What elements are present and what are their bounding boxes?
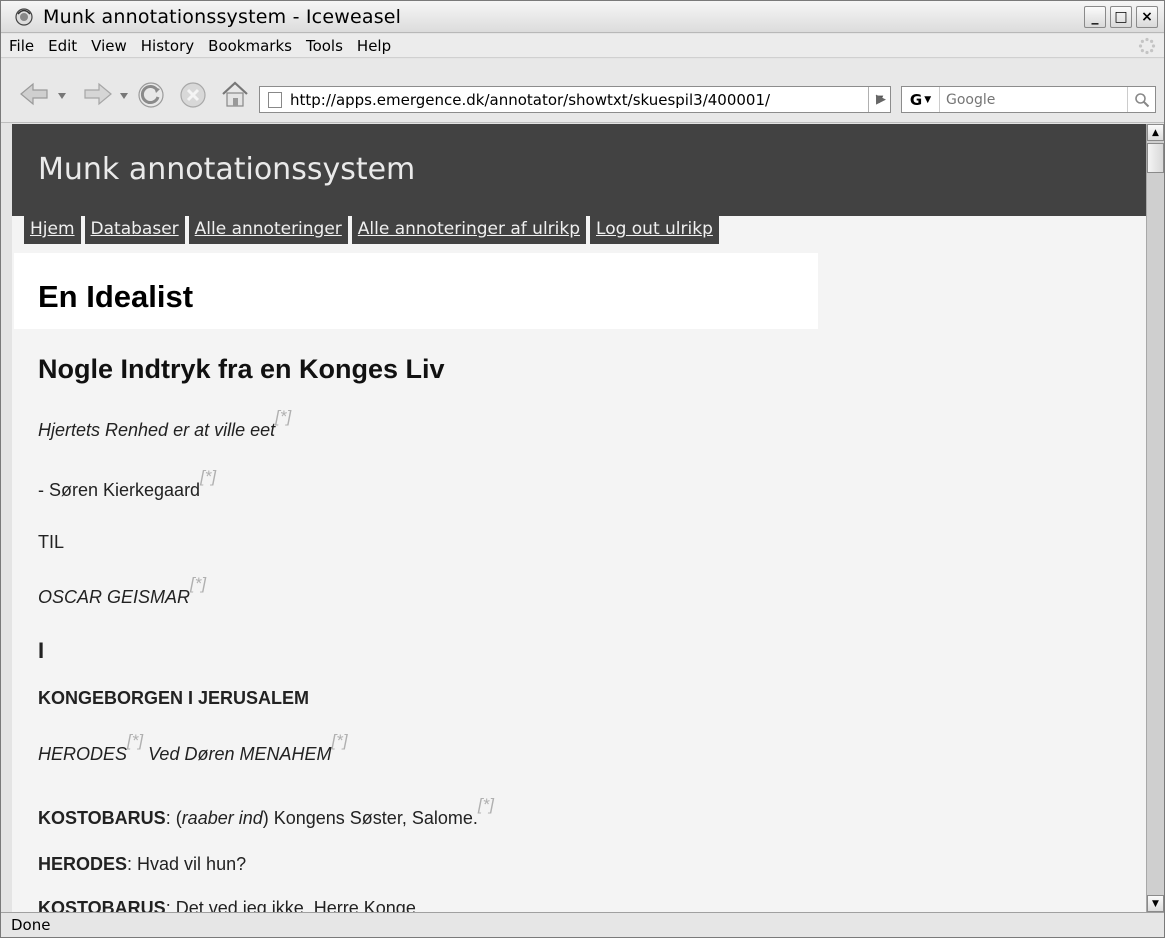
stage-middle: Ved Døren	[148, 744, 235, 764]
menu-tools[interactable]: Tools	[306, 37, 343, 55]
line-text: ) Kongens Søster, Salome.	[262, 808, 478, 828]
act-number: I	[38, 638, 45, 663]
throbber-icon	[1138, 37, 1156, 55]
stage-direction: HERODES[*] Ved Døren MENAHEM[*]	[38, 731, 348, 765]
status-bar: Done	[1, 912, 1164, 937]
nav-link-databaser[interactable]: Databaser	[84, 216, 185, 244]
dedication-to: TIL	[38, 532, 65, 552]
menu-history[interactable]: History	[141, 37, 194, 55]
back-arrow-icon[interactable]	[19, 81, 51, 107]
page-subtitle: Nogle Indtryk fra en Konges Liv	[38, 354, 445, 384]
search-engine-icon[interactable]: G ▼	[902, 87, 940, 112]
url-text[interactable]: http://apps.emergence.dk/annotator/showt…	[290, 91, 868, 109]
iceweasel-logo-icon	[15, 7, 33, 26]
nav-link-alle-annoteringer-ulrikp[interactable]: Alle annoteringer af ulrikp	[351, 216, 587, 244]
maximize-button[interactable]: □	[1110, 5, 1132, 28]
url-bar[interactable]: http://apps.emergence.dk/annotator/showt…	[259, 86, 891, 113]
dedication-name-text: OSCAR GEISMAR	[38, 587, 191, 607]
home-icon[interactable]	[219, 79, 251, 109]
dedication-name: OSCAR GEISMAR[*]	[38, 574, 206, 608]
annotation-marker[interactable]: [*]	[200, 467, 216, 486]
site-header: Munk annotationssystem	[12, 124, 1146, 216]
window-title: Munk annotationssystem - Iceweasel	[43, 5, 402, 28]
dialogue-line: KOSTOBARUS: (raaber ind) Kongens Søster,…	[38, 795, 494, 829]
line-text: Hvad vil hun?	[137, 854, 247, 874]
reload-icon[interactable]	[137, 81, 165, 109]
line-separator: :	[165, 898, 176, 912]
stage-menahem: MENAHEM	[239, 744, 332, 764]
page-content: Munk annotationssystem Hjem Databaser Al…	[12, 124, 1146, 912]
nav-link-log-out[interactable]: Log out ulrikp	[590, 216, 719, 244]
annotation-marker[interactable]: [*]	[478, 795, 494, 814]
menu-file[interactable]: File	[9, 37, 34, 55]
menu-edit[interactable]: Edit	[48, 37, 77, 55]
title-bar: Munk annotationssystem - Iceweasel _ □ ×	[1, 1, 1164, 33]
epigraph: Hjertets Renhed er at ville eet[*]	[38, 407, 291, 441]
stop-icon[interactable]	[179, 81, 207, 109]
line-separator: : (	[165, 808, 182, 828]
forward-arrow-icon[interactable]	[81, 81, 113, 107]
minimize-button[interactable]: _	[1084, 5, 1106, 28]
epigraph-author: - Søren Kierkegaard[*]	[38, 467, 216, 501]
close-button[interactable]: ×	[1136, 5, 1158, 28]
annotation-marker[interactable]: [*]	[190, 574, 206, 593]
search-bar: G ▼	[901, 86, 1156, 113]
dialogue-line: KOSTOBARUS: Det ved jeg ikke, Herre Kong…	[38, 898, 421, 912]
page-title: En Idealist	[38, 279, 194, 314]
speaker-name: KOSTOBARUS	[38, 898, 166, 912]
menu-bookmarks[interactable]: Bookmarks	[208, 37, 292, 55]
nav-link-hjem[interactable]: Hjem	[24, 216, 81, 244]
search-input[interactable]	[940, 91, 1127, 108]
back-history-dropdown-icon[interactable]	[57, 92, 67, 100]
search-magnifier-icon[interactable]	[1127, 87, 1155, 112]
menu-bar: File Edit View History Bookmarks Tools H…	[1, 34, 1164, 58]
dialogue-line: HERODES: Hvad vil hun?	[38, 854, 246, 875]
speaker-name: HERODES	[38, 854, 128, 874]
site-nav: Hjem Databaser Alle annoteringer Alle an…	[24, 216, 723, 244]
scene-setting: KONGEBORGEN I JERUSALEM	[38, 688, 310, 708]
forward-history-dropdown-icon[interactable]	[119, 92, 129, 100]
epigraph-author-text: - Søren Kierkegaard	[38, 480, 201, 500]
menu-help[interactable]: Help	[357, 37, 391, 55]
epigraph-text: Hjertets Renhed er at ville eet	[38, 420, 276, 440]
scroll-thumb[interactable]	[1147, 143, 1164, 173]
navigation-toolbar: http://apps.emergence.dk/annotator/showt…	[1, 59, 1164, 123]
title-box: En Idealist	[14, 253, 818, 329]
status-text: Done	[11, 916, 51, 934]
line-text: Det ved jeg ikke, Herre Konge.	[175, 898, 421, 912]
scroll-up-arrow-icon[interactable]: ▲	[1147, 124, 1164, 141]
stage-herodes: HERODES	[38, 744, 128, 764]
page-icon	[268, 91, 282, 108]
menu-view[interactable]: View	[91, 37, 127, 55]
browser-window: Munk annotationssystem - Iceweasel _ □ ×…	[0, 0, 1165, 938]
scroll-down-arrow-icon[interactable]: ▼	[1147, 895, 1164, 912]
nav-link-alle-annoteringer[interactable]: Alle annoteringer	[188, 216, 348, 244]
stage-instruction: raaber ind	[181, 808, 263, 828]
annotation-marker[interactable]: [*]	[127, 731, 143, 750]
annotation-marker[interactable]: [*]	[332, 731, 348, 750]
site-title: Munk annotationssystem	[38, 152, 416, 187]
annotation-marker[interactable]: [*]	[275, 407, 291, 426]
vertical-scrollbar[interactable]: ▲ ▼	[1146, 124, 1164, 912]
go-arrow-icon[interactable]: ▶	[869, 88, 893, 111]
line-separator: :	[127, 854, 138, 874]
speaker-name: KOSTOBARUS	[38, 808, 166, 828]
